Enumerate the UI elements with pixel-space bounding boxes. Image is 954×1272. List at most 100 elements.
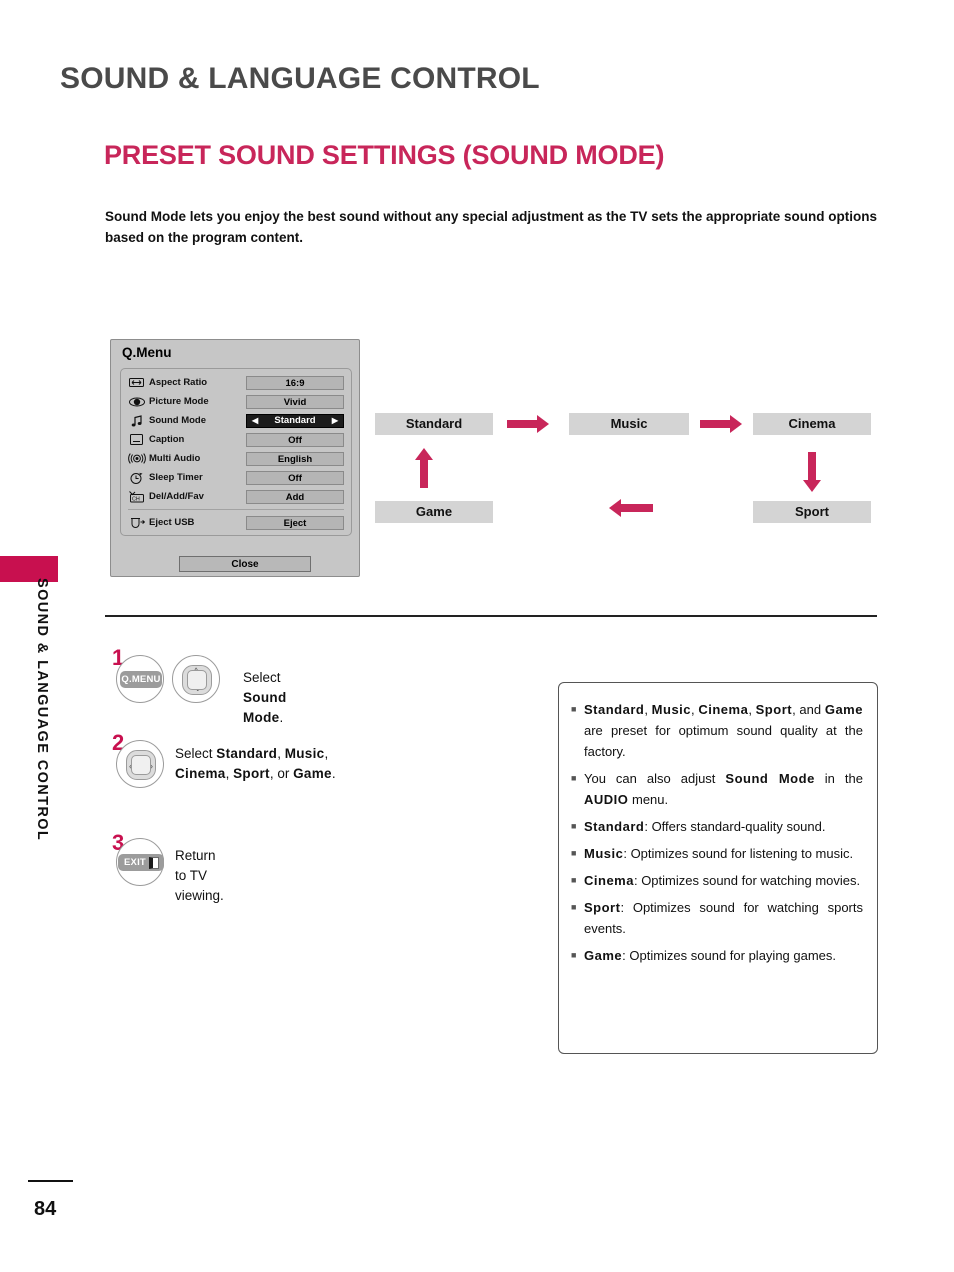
qmenu-label: Eject USB [149, 517, 195, 528]
flow-box-game: Game [375, 501, 493, 523]
qmenu-label: Multi Audio [149, 453, 201, 464]
flow-box-standard: Standard [375, 413, 493, 435]
qmenu-value[interactable]: English [246, 451, 344, 466]
qmenu-row-sleep-timer[interactable]: Sleep Timer Off [121, 468, 351, 487]
picture-mode-icon [127, 395, 146, 409]
qmenu-list: Aspect Ratio 16:9 Picture Mode Vivid Sou… [120, 368, 352, 536]
qmenu-label: Picture Mode [149, 396, 209, 407]
qmenu-key-circle[interactable]: Q.MENU [116, 655, 164, 703]
note-item: ■ Standard, Music, Cinema, Sport, and Ga… [571, 699, 863, 762]
ok-key[interactable] [187, 670, 207, 690]
svg-text:CH: CH [132, 496, 140, 502]
note-text: Cinema: Optimizes sound for watching mov… [584, 873, 861, 888]
updown-key-circle[interactable]: ^ ⌄ [172, 655, 220, 703]
footer-rule [28, 1180, 73, 1182]
bullet-square-icon: ■ [571, 950, 577, 960]
step-2-text: Select Standard, Music, Cinema, Sport, o… [175, 744, 505, 784]
qmenu-value[interactable]: Add [246, 489, 344, 504]
intro-paragraph: Sound Mode lets you enjoy the best sound… [105, 209, 877, 245]
step-1-text-suffix: . [279, 710, 284, 725]
multi-audio-icon [127, 452, 146, 466]
leftright-nav-pad[interactable]: ‹ › [126, 750, 156, 780]
step-2-sep-2: , [324, 746, 329, 761]
page-title: PRESET SOUND SETTINGS (SOUND MODE) [104, 140, 665, 170]
exit-key-label: EXIT [124, 857, 146, 868]
step-2-opt-cinema: Cinema [175, 766, 226, 781]
aspect-ratio-icon [127, 376, 146, 390]
page-number: 84 [34, 1198, 57, 1220]
qmenu-row-multi-audio[interactable]: Multi Audio English [121, 449, 351, 468]
qmenu-row-sound-mode[interactable]: Sound Mode ◀ Standard ▶ [121, 411, 351, 430]
step-2-opt-music: Music [284, 746, 325, 761]
ok-key[interactable] [131, 755, 151, 775]
step-2-sep-3: , [225, 766, 234, 781]
step-2-sep-1: , [277, 746, 285, 761]
qmenu-key-button[interactable]: Q.MENU [120, 671, 162, 688]
qmenu-title: Q.Menu [122, 345, 172, 360]
channel-icon: CH [127, 490, 146, 504]
qmenu-value[interactable]: 16:9 [246, 375, 344, 390]
step-1-text: Select Sound Mode. [243, 668, 287, 728]
qmenu-row-del-add-fav[interactable]: CH Del/Add/Fav Add [121, 487, 351, 506]
note-item: ■ Game: Optimizes sound for playing game… [571, 945, 863, 966]
qmenu-value: Standard [274, 414, 316, 426]
qmenu-row-eject-usb[interactable]: Eject USB Eject [121, 513, 351, 532]
bullet-square-icon: ■ [571, 773, 577, 783]
sound-mode-icon [127, 414, 146, 428]
note-text: Standard: Offers standard-quality sound. [584, 819, 826, 834]
chapter-title: SOUND & LANGUAGE CONTROL [60, 62, 540, 95]
bullet-square-icon: ■ [571, 848, 577, 858]
arrow-sport-to-game-icon [609, 499, 653, 517]
arrow-music-to-cinema-icon [700, 415, 742, 433]
step-2-opt-sport: Sport [233, 766, 270, 781]
arrow-game-to-standard-icon [415, 448, 433, 488]
qmenu-label: Sleep Timer [149, 472, 203, 483]
qmenu-value[interactable]: Eject [246, 515, 344, 530]
note-text: Sport: Optimizes sound for watching spor… [584, 900, 863, 936]
note-text: Music: Optimizes sound for listening to … [584, 846, 854, 861]
notes-box: ■ Standard, Music, Cinema, Sport, and Ga… [558, 682, 878, 1054]
note-text: Standard, Music, Cinema, Sport, and Game… [584, 702, 863, 759]
flow-box-cinema: Cinema [753, 413, 871, 435]
qmenu-row-caption[interactable]: Caption Off [121, 430, 351, 449]
updown-nav-pad[interactable]: ^ ⌄ [182, 665, 212, 695]
qmenu-value[interactable]: Off [246, 432, 344, 447]
section-divider [105, 615, 877, 617]
bullet-square-icon: ■ [571, 875, 577, 885]
step-2-opt-game: Game [293, 766, 332, 781]
qmenu-divider [128, 509, 344, 510]
sleep-timer-icon [127, 471, 146, 485]
qmenu-row-aspect-ratio[interactable]: Aspect Ratio 16:9 [121, 373, 351, 392]
qmenu-row-picture-mode[interactable]: Picture Mode Vivid [121, 392, 351, 411]
step-3-text: Return to TV viewing. [175, 848, 224, 903]
qmenu-value-selected[interactable]: ◀ Standard ▶ [246, 413, 344, 428]
arrow-standard-to-music-icon [507, 415, 549, 433]
step-2-prefix: Select [175, 746, 217, 761]
bullet-square-icon: ■ [571, 821, 577, 831]
flow-box-sport: Sport [753, 501, 871, 523]
qmenu-label: Caption [149, 434, 185, 445]
step-2-opt-standard: Standard [216, 746, 278, 761]
side-tab-label: SOUND & LANGUAGE CONTROL [34, 578, 50, 842]
exit-key-circle[interactable]: EXIT [116, 838, 164, 886]
note-item: ■ Cinema: Optimizes sound for watching m… [571, 870, 863, 891]
note-text: Game: Optimizes sound for playing games. [584, 948, 837, 963]
eject-usb-icon [127, 516, 146, 530]
leftright-key-circle[interactable]: ‹ › [116, 740, 164, 788]
qmenu-panel: Q.Menu Aspect Ratio 16:9 Picture Mode Vi… [110, 339, 360, 577]
note-text: You can also adjust Sound Mode in the AU… [584, 771, 863, 807]
qmenu-value[interactable]: Off [246, 470, 344, 485]
arrow-cinema-to-sport-icon [803, 452, 821, 492]
qmenu-label: Aspect Ratio [149, 377, 208, 388]
bullet-square-icon: ■ [571, 704, 577, 714]
step-2-suffix: . [331, 766, 336, 781]
exit-glyph-icon [148, 856, 159, 869]
qmenu-close-button[interactable]: Close [179, 556, 311, 572]
step-2-sep-4: , or [269, 766, 294, 781]
note-item: ■ You can also adjust Sound Mode in the … [571, 768, 863, 810]
exit-key-button[interactable]: EXIT [118, 854, 164, 871]
qmenu-value[interactable]: Vivid [246, 394, 344, 409]
right-arrow-icon[interactable]: ▶ [332, 416, 338, 425]
note-item: ■ Music: Optimizes sound for listening t… [571, 843, 863, 864]
bullet-square-icon: ■ [571, 902, 577, 912]
